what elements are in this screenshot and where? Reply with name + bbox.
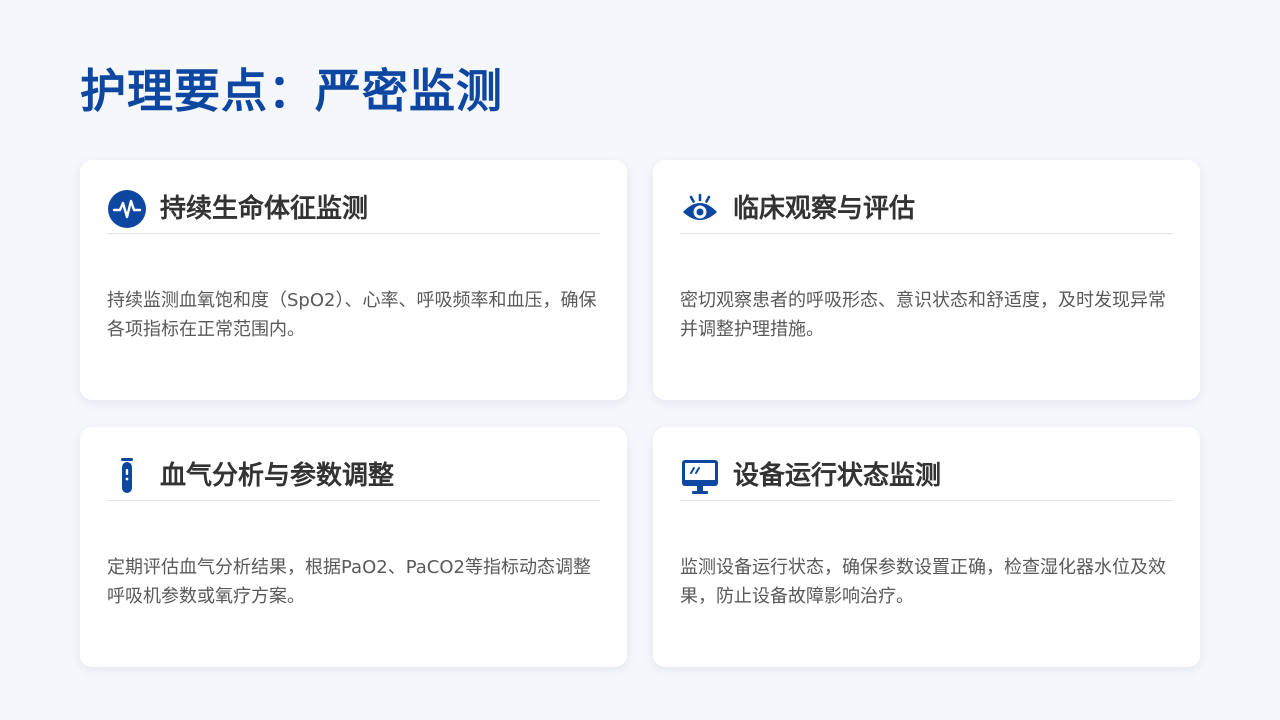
- card-device-status: 设备运行状态监测 监测设备运行状态，确保参数设置正确，检查湿化器水位及效果，防止…: [653, 427, 1200, 667]
- card-header: 临床观察与评估: [680, 188, 1173, 234]
- card-title: 临床观察与评估: [733, 194, 916, 224]
- page-title: 护理要点：严密监测: [80, 64, 503, 118]
- monitor-icon: [680, 456, 720, 496]
- card-vital-signs: 持续生命体征监测 持续监测血氧饱和度（SpO2）、心率、呼吸频率和血压，确保各项…: [80, 160, 627, 400]
- card-blood-gas: 血气分析与参数调整 定期评估血气分析结果，根据PaO2、PaCO2等指标动态调整…: [80, 427, 627, 667]
- eye-icon: [680, 189, 720, 229]
- test-tube-icon: [107, 456, 147, 496]
- card-body: 持续监测血氧饱和度（SpO2）、心率、呼吸频率和血压，确保各项指标在正常范围内。: [107, 290, 597, 340]
- card-body: 密切观察患者的呼吸形态、意识状态和舒适度，及时发现异常并调整护理措施。: [680, 290, 1166, 340]
- card-header: 持续生命体征监测: [107, 188, 600, 234]
- card-header: 设备运行状态监测: [680, 455, 1173, 501]
- card-title: 血气分析与参数调整: [160, 461, 395, 491]
- heartbeat-pulse-icon: [107, 189, 147, 229]
- card-title: 设备运行状态监测: [733, 461, 942, 491]
- card-title: 持续生命体征监测: [160, 194, 369, 224]
- card-body: 定期评估血气分析结果，根据PaO2、PaCO2等指标动态调整呼吸机参数或氧疗方案…: [107, 557, 591, 607]
- card-clinical-observation: 临床观察与评估 密切观察患者的呼吸形态、意识状态和舒适度，及时发现异常并调整护理…: [653, 160, 1200, 400]
- card-body: 监测设备运行状态，确保参数设置正确，检查湿化器水位及效果，防止设备故障影响治疗。: [680, 557, 1166, 607]
- card-header: 血气分析与参数调整: [107, 455, 600, 501]
